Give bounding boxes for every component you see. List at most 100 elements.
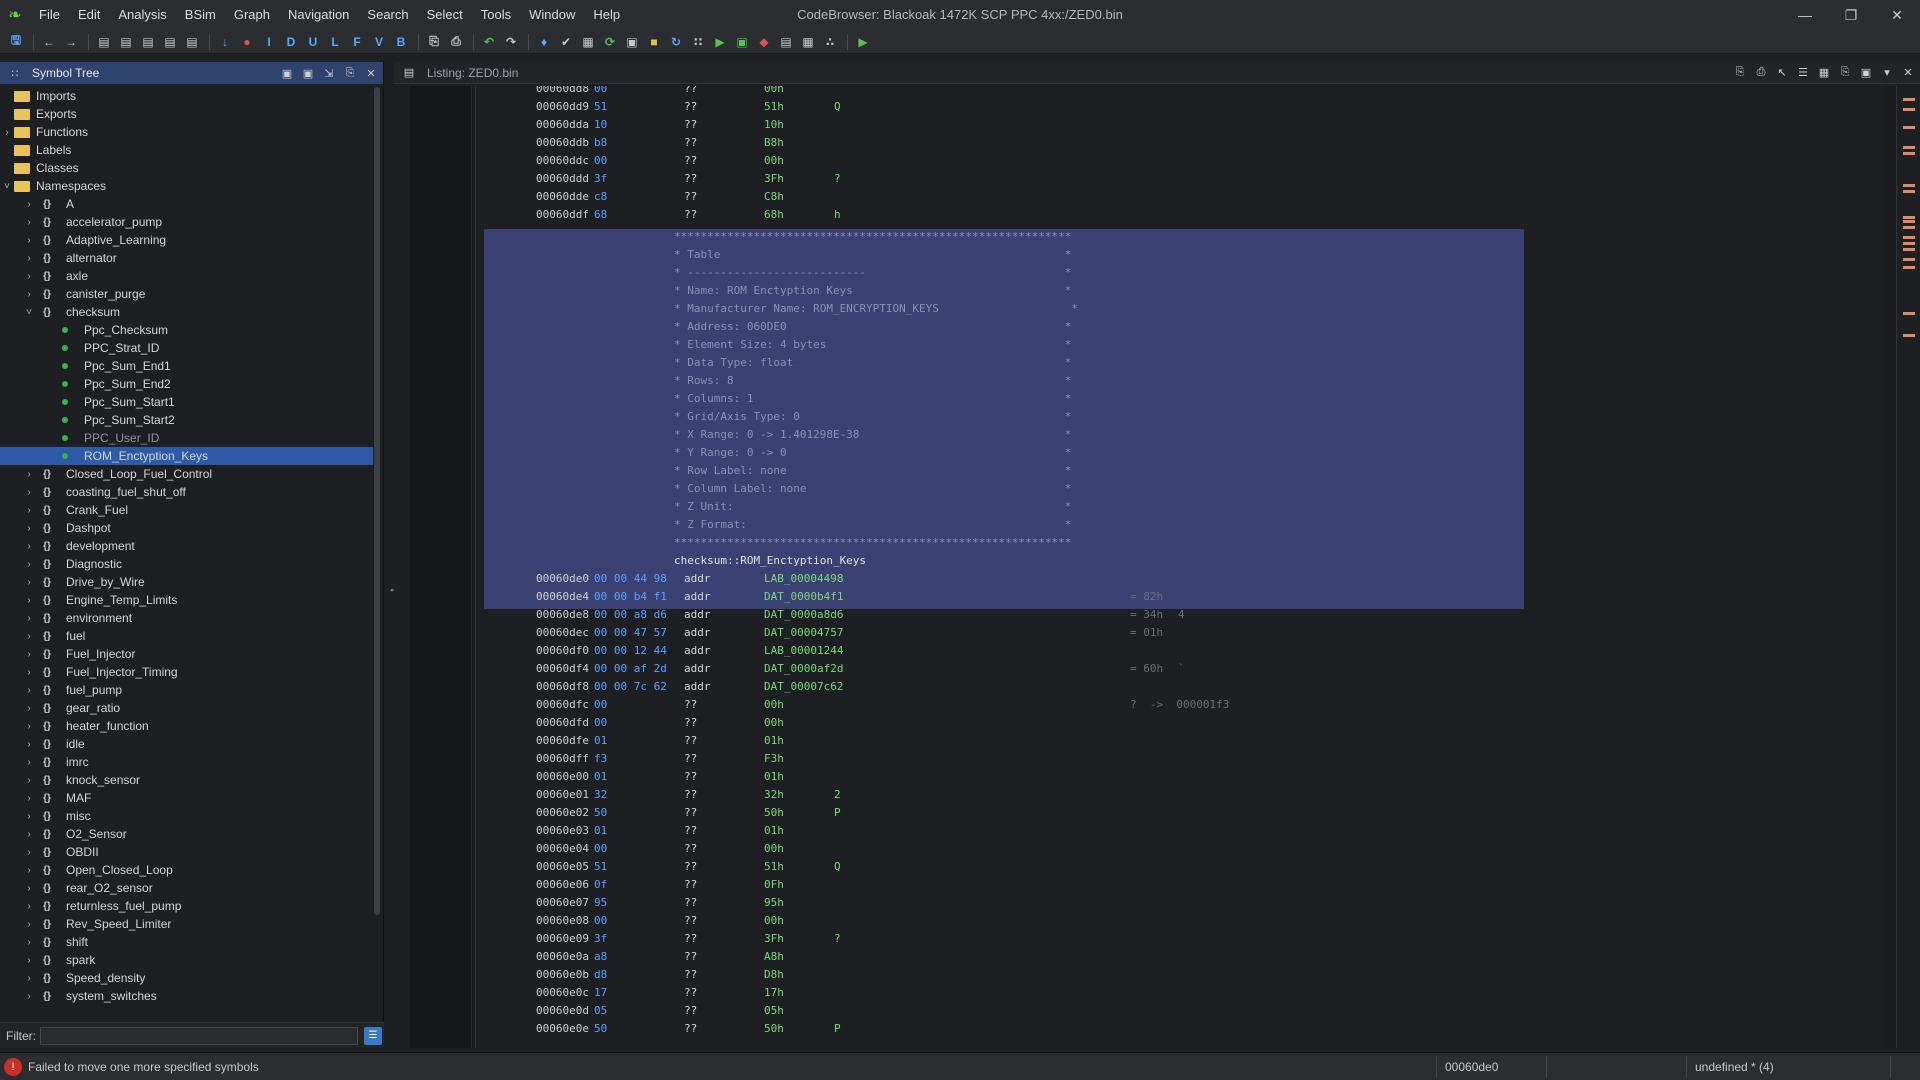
page-icon[interactable]: ▤ (94, 32, 114, 52)
tree-root-imports[interactable]: Imports (0, 87, 374, 105)
overview-marker[interactable] (1903, 184, 1915, 187)
folder-icon[interactable]: ■ (644, 32, 664, 52)
script-icon[interactable]: ▣ (732, 32, 752, 52)
chevron-right-icon[interactable]: › (22, 937, 36, 948)
dragon-tool-icon[interactable]: ♦ (534, 32, 554, 52)
menu-window[interactable]: Window (520, 0, 584, 30)
tree-namespace[interactable]: › {} MAF (0, 789, 374, 807)
listing-row[interactable]: 00060e0a a8?? A8h (484, 948, 1864, 966)
tree-label-item[interactable]: Ppc_Sum_End1 (0, 357, 374, 375)
chevron-right-icon[interactable]: › (22, 289, 36, 300)
listing-row[interactable]: 00060e04 00?? 00h (484, 840, 1864, 858)
chevron-right-icon[interactable]: › (22, 271, 36, 282)
navigate-icon[interactable]: ⇲ (320, 64, 338, 82)
tree-namespace[interactable]: › {} Open_Closed_Loop (0, 861, 374, 879)
chevron-right-icon[interactable]: › (22, 667, 36, 678)
snapshot-icon[interactable]: ⎘ (1836, 64, 1854, 82)
chevron-right-icon[interactable]: › (22, 883, 36, 894)
listing-row[interactable]: 00060df4 00 00 af 2d addr DAT_0000af2d = 60h… (484, 660, 1864, 678)
chevron-right-icon[interactable]: › (22, 631, 36, 642)
paste-icon[interactable]: ⎙ (446, 32, 466, 52)
snapshot-icon[interactable]: ⎘ (341, 64, 359, 82)
tree-namespace[interactable]: › {} alternator (0, 249, 374, 267)
listing-row[interactable]: 00060e0e 50?? 50h P (484, 1020, 1864, 1038)
chevron-down-icon[interactable]: ˅ (22, 307, 36, 318)
page-icon[interactable]: ▤ (116, 32, 136, 52)
tree-label-item[interactable]: Ppc_Sum_End2 (0, 375, 374, 393)
tree-root-classes[interactable]: Classes (0, 159, 374, 177)
overview-marker[interactable] (1903, 98, 1915, 101)
chevron-right-icon[interactable]: › (22, 649, 36, 660)
chevron-right-icon[interactable]: › (22, 955, 36, 966)
tree-namespace[interactable]: › {} Closed_Loop_Fuel_Control (0, 465, 374, 483)
chevron-right-icon[interactable]: › (22, 595, 36, 606)
menu-search[interactable]: Search (358, 0, 417, 30)
tree-namespace[interactable]: › {} fuel (0, 627, 374, 645)
tree-namespace[interactable]: › {} heater_function (0, 717, 374, 735)
chevron-right-icon[interactable]: › (0, 127, 14, 138)
tree-namespace[interactable]: › {} OBDII (0, 843, 374, 861)
tree-namespace[interactable]: › {} fuel_pump (0, 681, 374, 699)
listing-row[interactable]: 00060de4 00 00 b4 f1 addr DAT_0000b4f1 = 82h (484, 588, 1864, 606)
page-icon[interactable]: ▤ (182, 32, 202, 52)
close-icon[interactable]: ✕ (1899, 64, 1917, 82)
listing-row[interactable]: 00060dfc 00?? 00h ? -> 000001f3 (484, 696, 1864, 714)
listing-row[interactable]: 00060ddc 00?? 00h (484, 152, 1864, 170)
overview-marker[interactable] (1903, 242, 1915, 245)
tree-root-labels[interactable]: Labels (0, 141, 374, 159)
nav-function-button[interactable]: F (347, 32, 367, 52)
tree-label-item[interactable]: PPC_Strat_ID (0, 339, 374, 357)
listing-row[interactable]: 00060df8 00 00 7c 62 addr DAT_00007c62 (484, 678, 1864, 696)
listing-row[interactable]: 00060dde c8?? C8h (484, 188, 1864, 206)
tree-namespace[interactable]: › {} Speed_density (0, 969, 374, 987)
tree-label-item[interactable]: Ppc_Sum_Start2 (0, 411, 374, 429)
chevron-right-icon[interactable]: › (22, 577, 36, 588)
listing-row[interactable]: 00060e06 0f?? 0Fh (484, 876, 1864, 894)
listing-row[interactable]: 00060e0b d8?? D8h (484, 966, 1864, 984)
listing-row[interactable]: 00060e0d 05?? 05h (484, 1002, 1864, 1020)
tree-namespace[interactable]: › {} imrc (0, 753, 374, 771)
tree-namespace[interactable]: › {} development (0, 537, 374, 555)
listing-row[interactable]: 00060ddf 68?? 68h h (484, 206, 1864, 224)
chevron-right-icon[interactable]: › (22, 559, 36, 570)
tree-namespace[interactable]: › {} idle (0, 735, 374, 753)
chevron-right-icon[interactable]: › (22, 253, 36, 264)
listing-row[interactable]: 00060e01 32?? 32h 2 (484, 786, 1864, 804)
nav-instruction-button[interactable]: I (259, 32, 279, 52)
menu-edit[interactable]: Edit (69, 0, 109, 30)
chevron-right-icon[interactable]: › (22, 775, 36, 786)
tree-namespace[interactable]: › {} Fuel_Injector (0, 645, 374, 663)
listing-row[interactable]: 00060e09 3f?? 3Fh? (484, 930, 1864, 948)
listing-row[interactable]: 00060e00 01?? 01h (484, 768, 1864, 786)
chevron-right-icon[interactable]: › (22, 973, 36, 984)
tree-namespace[interactable]: › {} O2_Sensor (0, 825, 374, 843)
nav-value-button[interactable]: V (369, 32, 389, 52)
nav-label-button[interactable]: L (325, 32, 345, 52)
minimize-button[interactable]: — (1782, 0, 1828, 30)
tree-namespace[interactable]: › {} axle (0, 267, 374, 285)
menu-select[interactable]: Select (418, 0, 472, 30)
listing-row[interactable]: 00060ddb b8?? B8h (484, 134, 1864, 152)
overview-marker[interactable] (1903, 236, 1915, 239)
nav-undefined-button[interactable]: U (303, 32, 323, 52)
menu-tools[interactable]: Tools (472, 0, 520, 30)
listing-row[interactable]: 00060e07 95?? 95h (484, 894, 1864, 912)
function-graph-icon[interactable]: ▦ (798, 32, 818, 52)
restore-button[interactable]: ❐ (1828, 0, 1874, 30)
check-icon[interactable]: ✔ (556, 32, 576, 52)
tree-namespace[interactable]: › {} canister_purge (0, 285, 374, 303)
close-window-button[interactable]: ✕ (1874, 0, 1920, 30)
tree-label-item[interactable]: Ppc_Sum_Start1 (0, 393, 374, 411)
listing-row[interactable]: 00060dff f3?? F3h (484, 750, 1864, 768)
field-edit-icon[interactable]: ▦ (1815, 64, 1833, 82)
chevron-right-icon[interactable]: › (22, 991, 36, 1002)
listing-row[interactable]: 00060e0c 17?? 17h (484, 984, 1864, 1002)
create-namespace-icon[interactable]: ▣ (278, 64, 296, 82)
window-icon[interactable]: ▣ (622, 32, 642, 52)
symbol-tree-scrollbar[interactable] (373, 87, 381, 1004)
listing-row[interactable]: 00060dda 10?? 10h (484, 116, 1864, 134)
filter-options-icon[interactable]: ☰ (364, 1026, 382, 1045)
tree-namespace[interactable]: › {} knock_sensor (0, 771, 374, 789)
chevron-right-icon[interactable]: › (22, 487, 36, 498)
nav-bookmark-button[interactable]: B (391, 32, 411, 52)
